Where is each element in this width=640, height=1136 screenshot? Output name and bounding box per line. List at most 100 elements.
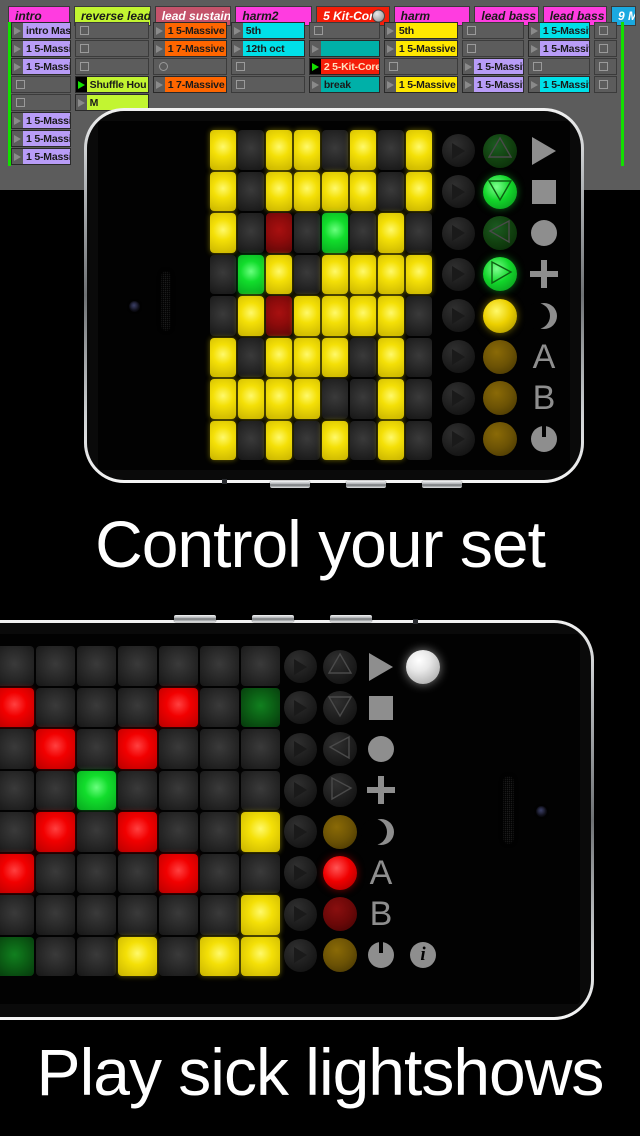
pad-r4-c4[interactable]: [294, 254, 320, 294]
clip-play-icon[interactable]: [232, 23, 243, 38]
clip-slot[interactable]: 1 5-Massive: [383, 76, 458, 93]
pad-r7-c7[interactable]: [200, 895, 239, 935]
pad-r4-c5[interactable]: [118, 770, 157, 810]
phone-top-mute-switch[interactable]: [422, 481, 462, 488]
pad-r1-c6[interactable]: [350, 130, 376, 170]
pad-r1-c3[interactable]: [266, 130, 292, 170]
clip-slot[interactable]: 5th: [383, 22, 458, 39]
pad-r3-c2[interactable]: [0, 729, 34, 769]
clip-play-icon-active[interactable]: [75, 77, 87, 92]
pad-r8-c6[interactable]: [350, 420, 376, 460]
pad-r8-c2[interactable]: [238, 420, 264, 460]
pad-r6-c3[interactable]: [36, 853, 75, 893]
scene-launch-1-button[interactable]: [441, 134, 475, 168]
pad-r1-c8[interactable]: [241, 646, 280, 686]
pad-r4-c4[interactable]: [77, 770, 116, 810]
clip-stop-icon[interactable]: [79, 62, 89, 71]
pad-r6-c1[interactable]: [210, 337, 236, 377]
pad-r4-c6[interactable]: [159, 770, 198, 810]
pad-r5-c7[interactable]: [200, 812, 239, 852]
clip-slot[interactable]: [461, 40, 524, 57]
pad-r3-c2[interactable]: [238, 213, 264, 253]
clip-stop-icon[interactable]: [598, 80, 608, 89]
stop-icon[interactable]: [369, 695, 393, 720]
letter-a-icon[interactable]: A: [533, 340, 556, 374]
pad-r3-c7[interactable]: [200, 729, 239, 769]
pad-r8-c8[interactable]: [406, 420, 432, 460]
clip-stop-icon[interactable]: [598, 26, 608, 35]
pad-r7-c3[interactable]: [266, 379, 292, 419]
clip-slot[interactable]: 1 5-Massive: [11, 40, 71, 57]
pad-r3-c3[interactable]: [36, 729, 75, 769]
pad-r3-c4[interactable]: [77, 729, 116, 769]
scene-launch-2-button[interactable]: [283, 691, 317, 725]
pad-r2-c6[interactable]: [159, 687, 198, 727]
pad-r2-c3[interactable]: [36, 687, 75, 727]
scene-launch-7-button[interactable]: [441, 381, 475, 415]
pad-r6-c8[interactable]: [406, 337, 432, 377]
power-icon[interactable]: [531, 424, 557, 453]
pad-r1-c4[interactable]: [294, 130, 320, 170]
pad-r6-c2[interactable]: [238, 337, 264, 377]
pad-r4-c8[interactable]: [241, 770, 280, 810]
pad-r3-c5[interactable]: [118, 729, 157, 769]
clip-play-icon[interactable]: [154, 77, 165, 92]
pad-r4-c1[interactable]: [210, 254, 236, 294]
clip-slot[interactable]: intro Massiv: [11, 22, 71, 39]
clip-slot[interactable]: [11, 94, 71, 111]
pad-r7-c1[interactable]: [210, 379, 236, 419]
pad-r2-c2[interactable]: [0, 687, 34, 727]
clip-play-icon[interactable]: [529, 77, 540, 92]
pad-r8-c7[interactable]: [378, 420, 404, 460]
pad-r2-c5[interactable]: [118, 687, 157, 727]
clip-slot[interactable]: break: [308, 76, 380, 93]
pad-r6-c5[interactable]: [118, 853, 157, 893]
pad-r2-c6[interactable]: [350, 171, 376, 211]
clip-play-icon[interactable]: [154, 41, 165, 56]
pad-r5-c8[interactable]: [241, 812, 280, 852]
pad-r7-c7[interactable]: [378, 379, 404, 419]
pad-r1-c6[interactable]: [159, 646, 198, 686]
plus-icon[interactable]: [367, 776, 395, 805]
moon-icon[interactable]: [524, 302, 557, 329]
mixer-button[interactable]: [323, 938, 357, 973]
clip-slot[interactable]: [527, 58, 590, 75]
pad-r5-c5[interactable]: [118, 812, 157, 852]
pad-r3-c6[interactable]: [350, 213, 376, 253]
clip-slot[interactable]: 1 5-Massive: [527, 22, 590, 39]
triangle-up-button[interactable]: [323, 649, 357, 684]
pad-r8-c7[interactable]: [200, 936, 239, 976]
pad-r1-c7[interactable]: [378, 130, 404, 170]
pad-r7-c4[interactable]: [294, 379, 320, 419]
clip-slot[interactable]: [11, 76, 71, 93]
track-activator-icon[interactable]: [371, 9, 385, 23]
symbol-column-bottom[interactable]: AB: [360, 646, 402, 976]
pad-r6-c4[interactable]: [294, 337, 320, 377]
pad-r8-c2[interactable]: [0, 936, 34, 976]
clip-slot[interactable]: 1 5-Massive: [11, 148, 71, 165]
clip-slot[interactable]: 1 7-Massive: [152, 76, 227, 93]
pad-r1-c1[interactable]: [210, 130, 236, 170]
clip-slot[interactable]: [74, 40, 149, 57]
pad-r8-c3[interactable]: [36, 936, 75, 976]
clip-slot[interactable]: 1 5-Massive: [527, 40, 590, 57]
pad-r2-c7[interactable]: [378, 171, 404, 211]
moon-icon[interactable]: [361, 818, 394, 845]
pad-r6-c7[interactable]: [378, 337, 404, 377]
pad-r5-c6[interactable]: [350, 296, 376, 336]
pad-r2-c1[interactable]: [210, 171, 236, 211]
pad-r2-c4[interactable]: [294, 171, 320, 211]
clip-slot[interactable]: 1 5-Massive: [11, 112, 71, 129]
pad-r1-c4[interactable]: [77, 646, 116, 686]
mode-button-column-bottom[interactable]: [320, 646, 360, 976]
phone-top-volume-down-button[interactable]: [346, 481, 386, 488]
pad-grid-top[interactable]: [210, 130, 432, 460]
pad-r3-c7[interactable]: [378, 213, 404, 253]
pad-r5-c2[interactable]: [0, 812, 34, 852]
play-icon[interactable]: [369, 652, 393, 681]
pad-r6-c3[interactable]: [266, 337, 292, 377]
clip-slot[interactable]: 1 5-Massive: [11, 58, 71, 75]
clip-play-icon[interactable]: [154, 23, 165, 38]
clip-slot[interactable]: [593, 22, 617, 39]
scene-launch-4-button[interactable]: [441, 257, 475, 291]
